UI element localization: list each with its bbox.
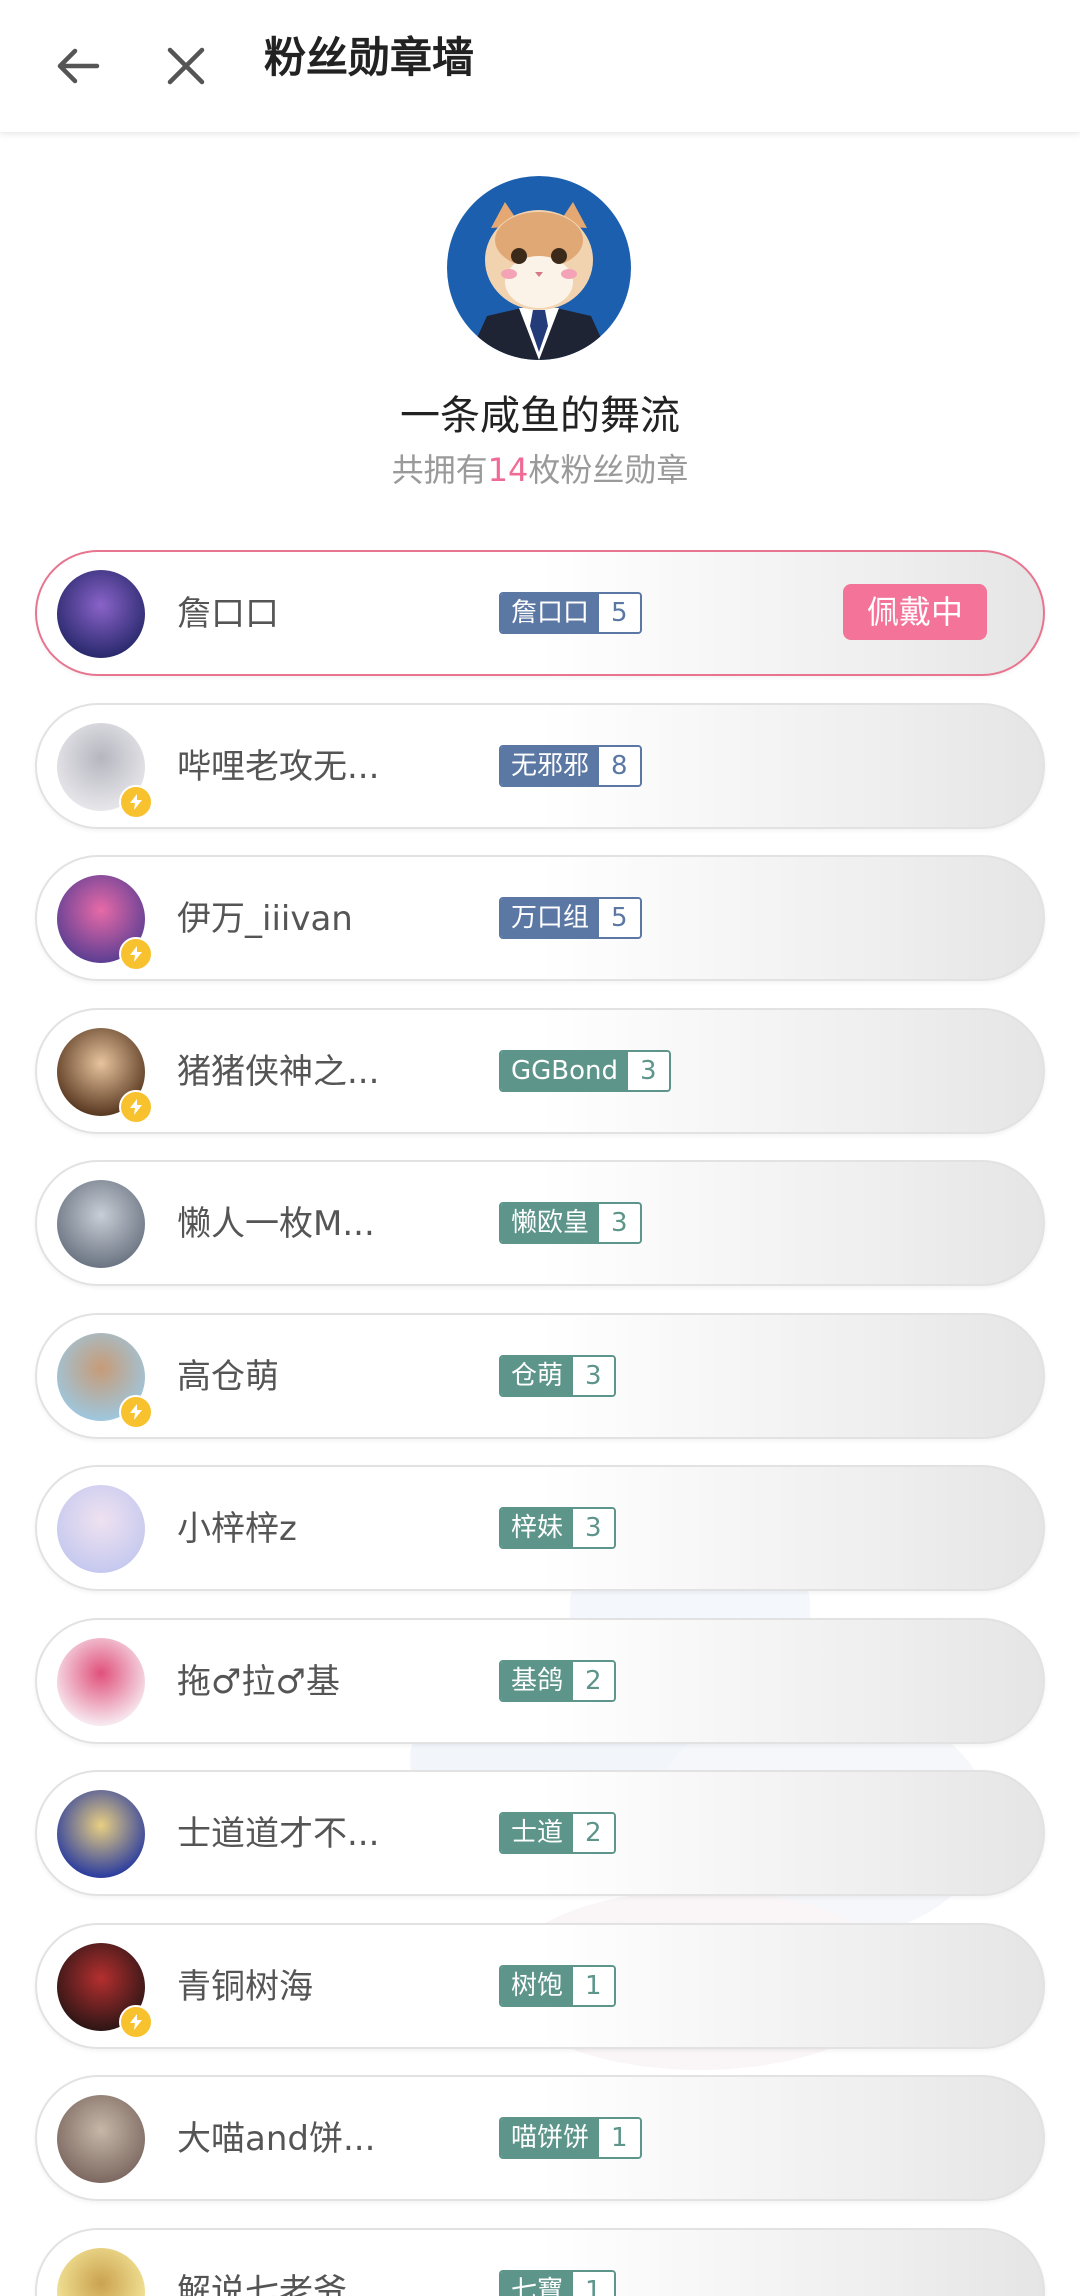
medal-row[interactable]: 青铜树海 树饱 1: [35, 1923, 1045, 2049]
medal-level: 5: [599, 594, 640, 632]
medal-owner-name: 解说七老爷: [177, 2272, 347, 2296]
medal-owner-name: 猪猪侠神之...: [177, 1052, 380, 1092]
medal-owner-name: 士道道才不...: [177, 1814, 380, 1854]
medal-level: 1: [573, 1967, 614, 2005]
medal-level: 3: [573, 1509, 614, 1547]
medal-tag: 仓萌 3: [499, 1355, 616, 1397]
back-button[interactable]: [38, 26, 118, 106]
avatar[interactable]: [57, 570, 145, 658]
medal-tag: 懒欧皇 3: [499, 1202, 642, 1244]
medal-row[interactable]: 拖♂拉♂基 基鸽 2: [35, 1618, 1045, 1744]
medal-owner-name: 高仓萌: [177, 1357, 279, 1397]
medal-name: 懒欧皇: [501, 1204, 600, 1242]
medal-level: 3: [628, 1052, 669, 1090]
medal-name: 万口组: [501, 899, 600, 937]
medal-level: 1: [599, 2119, 640, 2157]
medal-name: 士道: [501, 1814, 574, 1852]
wearing-button[interactable]: 佩戴中: [843, 584, 987, 640]
medal-level: 2: [573, 1814, 614, 1852]
avatar[interactable]: [57, 2095, 145, 2183]
arrow-left-icon: [57, 48, 100, 84]
medal-tag: GGBond 3: [499, 1050, 671, 1092]
avatar[interactable]: [57, 1180, 145, 1268]
lightning-icon: [119, 1090, 153, 1124]
medal-row[interactable]: 士道道才不... 士道 2: [35, 1770, 1045, 1896]
medal-level: 2: [573, 1662, 614, 1700]
medal-tag: 詹口口 5: [499, 592, 642, 634]
medal-row[interactable]: 小梓梓z 梓妹 3: [35, 1465, 1045, 1591]
medal-tag: 喵饼饼 1: [499, 2117, 642, 2159]
medal-name: 树饱: [501, 1967, 574, 2005]
top-app-bar: 粉丝勋章墙: [0, 0, 1080, 132]
avatar[interactable]: [57, 1638, 145, 1726]
avatar[interactable]: [57, 1485, 145, 1573]
medal-tag: 无邪邪 8: [499, 745, 642, 787]
avatar[interactable]: [57, 1790, 145, 1878]
medal-level: 8: [599, 747, 640, 785]
medal-row[interactable]: 大喵and饼... 喵饼饼 1: [35, 2075, 1045, 2201]
medal-owner-name: 小梓梓z: [177, 1509, 297, 1549]
medal-tag: 树饱 1: [499, 1965, 616, 2007]
medal-name: 仓萌: [501, 1357, 574, 1395]
medal-level: 1: [573, 2272, 614, 2296]
avatar[interactable]: [57, 2248, 145, 2296]
medal-owner-name: 詹口口: [177, 594, 279, 634]
close-button[interactable]: [146, 26, 226, 106]
lightning-icon: [119, 2005, 153, 2039]
medal-level: 3: [599, 1204, 640, 1242]
medal-row[interactable]: 懒人一枚M... 懒欧皇 3: [35, 1160, 1045, 1286]
medal-wall-page: 粉丝勋章墙 一条咸鱼的舞流 共拥有14枚粉丝勋章 詹口口 詹口口 5 佩戴中 哔…: [0, 0, 1080, 2296]
medal-name: 喵饼饼: [501, 2119, 600, 2157]
lightning-icon: [119, 785, 153, 819]
medal-name: 梓妹: [501, 1509, 574, 1547]
medal-owner-name: 大喵and饼...: [177, 2119, 376, 2159]
medal-level: 5: [599, 899, 640, 937]
medal-level: 3: [573, 1357, 614, 1395]
lightning-icon: [119, 937, 153, 971]
medal-row[interactable]: 哔哩老攻无... 无邪邪 8: [35, 703, 1045, 829]
medal-owner-name: 伊万_iiivan: [177, 899, 353, 939]
page-title: 粉丝勋章墙: [264, 33, 475, 82]
medal-list: 詹口口 詹口口 5 佩戴中 哔哩老攻无... 无邪邪 8 伊万_iiivan 万口组 5 猪猪侠神之…: [0, 0, 1080, 2296]
medal-owner-name: 懒人一枚M...: [177, 1204, 375, 1244]
medal-tag: 士道 2: [499, 1812, 616, 1854]
medal-tag: 基鸽 2: [499, 1660, 616, 1702]
medal-row[interactable]: 猪猪侠神之... GGBond 3: [35, 1008, 1045, 1134]
medal-name: 詹口口: [501, 594, 600, 632]
medal-owner-name: 哔哩老攻无...: [177, 747, 380, 787]
medal-row[interactable]: 高仓萌 仓萌 3: [35, 1313, 1045, 1439]
medal-tag: 万口组 5: [499, 897, 642, 939]
lightning-icon: [119, 1395, 153, 1429]
medal-owner-name: 拖♂拉♂基: [177, 1662, 340, 1702]
medal-name: 基鸽: [501, 1662, 574, 1700]
medal-owner-name: 青铜树海: [177, 1967, 313, 2007]
medal-name: 无邪邪: [501, 747, 600, 785]
medal-row[interactable]: 伊万_iiivan 万口组 5: [35, 855, 1045, 981]
medal-row[interactable]: 解说七老爷 七寶 1: [35, 2228, 1045, 2296]
medal-tag: 七寶 1: [499, 2270, 616, 2296]
medal-name: 七寶: [501, 2272, 574, 2296]
close-icon: [167, 47, 205, 85]
medal-row[interactable]: 詹口口 詹口口 5 佩戴中: [35, 550, 1045, 676]
medal-tag: 梓妹 3: [499, 1507, 616, 1549]
medal-name: GGBond: [501, 1052, 629, 1090]
